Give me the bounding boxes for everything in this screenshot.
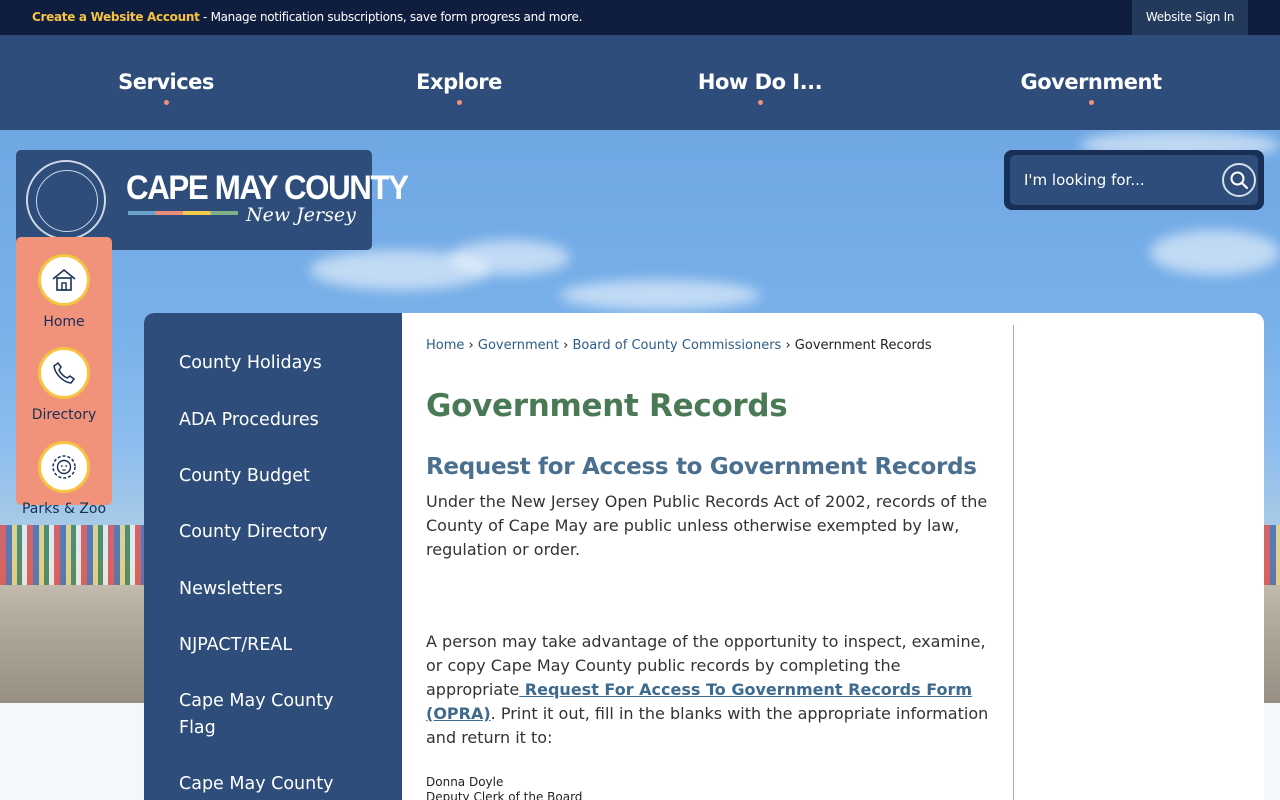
county-seal-icon [26,160,106,240]
quick-links: Home Directory Parks & Zoo [16,237,112,517]
breadcrumb-separator: › [563,338,569,353]
sidebar-item-county-directory[interactable]: County Directory [179,519,379,546]
search-icon [1230,171,1249,190]
quick-link-parks[interactable]: Parks & Zoo [16,441,112,517]
cloud [1150,230,1280,275]
beach-crowd [0,525,144,585]
breadcrumb-home[interactable]: Home [426,338,464,353]
breadcrumb-government[interactable]: Government [478,338,559,353]
instructions-text-end: . Print it out, fill in the blanks with … [426,704,989,747]
nav-services-label: Services [118,70,214,94]
quick-link-parks-label: Parks & Zoo [21,501,107,517]
breadcrumb-current: Government Records [794,338,932,353]
sidebar-item-county-flag[interactable]: Cape May County Flag [179,688,359,742]
cloud [450,240,570,275]
house-icon [38,254,90,306]
breadcrumb: Home › Government › Board of County Comm… [426,338,932,353]
nav-dot [757,100,763,105]
quick-link-home-label: Home [43,314,85,330]
sidebar-item-county-budget[interactable]: County Budget [179,463,379,490]
utility-bar: Create a Website Account - Manage notifi… [0,0,1280,35]
contact-name: Donna Doyle [426,775,504,789]
quick-link-directory-label: Directory [31,407,97,423]
content-card: County Holidays ADA Procedures County Bu… [144,313,1264,800]
nav-dot [163,100,169,105]
sidebar-item-njpact-real[interactable]: NJPACT/REAL [179,632,379,659]
sidebar-item-cape-may-county[interactable]: Cape May County [179,771,379,798]
nav-how-do-i[interactable]: How Do I... [680,35,840,130]
page-title: Government Records [426,388,788,424]
sidebar-nav: County Holidays ADA Procedures County Bu… [144,313,402,800]
nav-dot [1088,100,1094,105]
nav-government[interactable]: Government [1011,35,1171,130]
search-input[interactable] [1024,169,1204,191]
beach-crowd [1264,525,1280,585]
logo-state: New Jersey [246,204,356,226]
breadcrumb-separator: › [785,338,791,353]
contact-address: Donna Doyle Deputy Clerk of the Board [426,775,582,800]
breadcrumb-board[interactable]: Board of County Commissioners [572,338,781,353]
contact-title: Deputy Clerk of the Board [426,790,583,800]
search-button[interactable] [1222,163,1256,197]
content-divider [1013,325,1014,800]
sidebar-item-newsletters[interactable]: Newsletters [179,576,379,603]
search-box [1004,150,1264,210]
logo-stripe [128,211,238,215]
quick-link-home[interactable]: Home [16,254,112,330]
logo-name: CAPE MAY COUNTY [126,169,409,207]
create-account-link[interactable]: Create a Website Account [32,10,200,24]
intro-paragraph: Under the New Jersey Open Public Records… [426,492,988,559]
county-logo[interactable]: CAPE MAY COUNTY New Jersey [16,150,409,250]
sign-in-button[interactable]: Website Sign In [1132,0,1248,35]
breadcrumb-separator: › [468,338,474,353]
account-notice: Create a Website Account - Manage notifi… [32,10,582,24]
main-nav: Services Explore How Do I... Government [0,35,1280,130]
cloud [560,280,760,310]
lion-icon [38,441,90,493]
nav-services[interactable]: Services [96,35,236,130]
sidebar-item-county-holidays[interactable]: County Holidays [179,350,379,377]
quick-link-directory[interactable]: Directory [16,347,112,423]
phone-icon [38,347,90,399]
nav-government-label: Government [1020,70,1162,94]
search-inner [1010,155,1258,205]
instructions-paragraph: A person may take advantage of the oppor… [426,630,996,750]
account-notice-text: - Manage notification subscriptions, sav… [199,10,583,24]
section-heading: Request for Access to Government Records [426,454,977,480]
nav-dot [456,100,462,105]
sidebar-item-ada-procedures[interactable]: ADA Procedures [179,407,379,434]
nav-explore-label: Explore [416,70,502,94]
nav-how-do-i-label: How Do I... [697,70,823,94]
nav-explore[interactable]: Explore [389,35,529,130]
